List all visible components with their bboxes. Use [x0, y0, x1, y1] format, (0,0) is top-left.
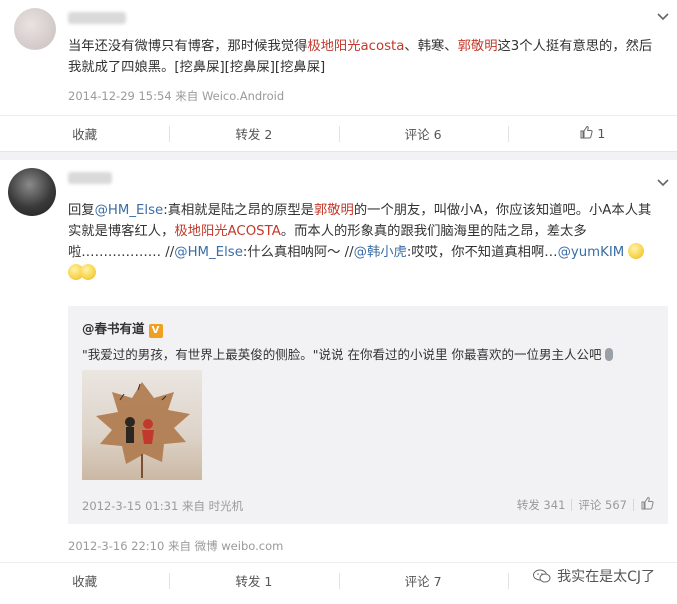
post-content: 回复@HM_Else:真相就是陆之昂的原型是郭敬明的一个朋友，叫做小A，你应该知… — [68, 200, 664, 284]
post-meta: 2014-12-29 15:54 来自 Weico.Android — [68, 89, 285, 103]
repost-meta: 2012-3-15 01:31 来自 时光机 — [82, 499, 244, 513]
repost-label: 转发 2 — [235, 127, 273, 142]
avatar[interactable] — [14, 8, 56, 50]
repost-text-body: "我爱过的男孩，有世界上最英俊的侧脸。"说说 在你看过的小说里 你最喜欢的一位男… — [82, 347, 602, 362]
repost-label: 转发 1 — [235, 574, 273, 589]
weibo-post-1: 当年还没有微博只有博客，那时候我觉得极地阳光acosta、韩寒、郭敬明这3个人挺… — [0, 0, 677, 152]
favorite-label: 收藏 — [72, 127, 98, 142]
username-blurred[interactable] — [68, 172, 112, 184]
divider — [571, 498, 573, 511]
post-text: :真相就是陆之昂的原型是 — [163, 203, 314, 218]
topic-link[interactable]: 郭敬明 — [314, 203, 354, 218]
repost-button[interactable]: 转发 1 — [169, 563, 338, 598]
repost-button[interactable]: 转发 2 — [169, 116, 338, 151]
post-actions: 收藏 转发 2 评论 6 1 — [0, 115, 677, 151]
watermark-text: 我实在是太CJ了 — [557, 569, 655, 585]
post-text: :什么真相呐阿～ // — [242, 245, 354, 260]
post-text: 当年还没有微博只有博客，那时候我觉得 — [68, 39, 308, 54]
wechat-watermark: 我实在是太CJ了 — [533, 566, 655, 586]
repost-text: "我爱过的男孩，有世界上最英俊的侧脸。"说说 在你看过的小说里 你最喜欢的一位男… — [82, 344, 614, 363]
repost-repost-count[interactable]: 转发 341 — [517, 497, 566, 513]
post-text: :哎哎，你不知道真相啊… — [406, 245, 558, 260]
smile-emoji-icon — [80, 264, 96, 280]
post-separator — [0, 152, 677, 160]
repost-comment-count[interactable]: 评论 567 — [578, 497, 627, 513]
comment-label: 评论 6 — [404, 127, 442, 142]
repost-image[interactable] — [82, 370, 202, 480]
like-button[interactable]: 1 — [507, 116, 677, 151]
wechat-icon — [533, 569, 551, 583]
topic-link[interactable]: 极地阳光ACOSTA — [174, 224, 280, 239]
like-count: 1 — [597, 126, 606, 141]
repost-author[interactable]: @春书有道 V — [82, 318, 163, 338]
comment-label: 评论 7 — [404, 574, 442, 589]
comment-button[interactable]: 评论 7 — [338, 563, 508, 598]
favorite-button[interactable]: 收藏 — [0, 116, 169, 151]
post-content: 当年还没有微博只有博客，那时候我觉得极地阳光acosta、韩寒、郭敬明这3个人挺… — [68, 36, 664, 78]
chevron-down-icon[interactable] — [656, 10, 670, 24]
leaf-art-image — [96, 382, 190, 478]
mention-link[interactable]: @HM_Else — [95, 203, 164, 218]
mention-link[interactable]: @韩小虎 — [354, 245, 407, 260]
post-text: 、韩寒、 — [404, 39, 458, 54]
verified-badge-icon: V — [148, 324, 163, 338]
divider — [633, 498, 634, 511]
smile-emoji-icon — [628, 243, 645, 259]
mention-link[interactable]: @HM_Else — [174, 245, 243, 260]
thumbs-up-icon[interactable] — [640, 496, 654, 513]
favorite-label: 收藏 — [72, 574, 98, 589]
thumbs-up-icon — [579, 125, 593, 142]
chevron-down-icon[interactable] — [656, 176, 670, 190]
avatar[interactable] — [8, 168, 56, 216]
post-text: 回复 — [68, 203, 95, 218]
username-blurred[interactable] — [68, 12, 126, 24]
favorite-button[interactable]: 收藏 — [0, 563, 169, 598]
comment-button[interactable]: 评论 6 — [338, 116, 508, 151]
post-meta: 2012-3-16 22:10 来自 微博 weibo.com — [68, 539, 284, 553]
topic-link[interactable]: 郭敬明 — [458, 39, 498, 54]
mention-link[interactable]: @yumKIM — [558, 245, 625, 260]
repost-card[interactable]: @春书有道 V "我爱过的男孩，有世界上最英俊的侧脸。"说说 在你看过的小说里 你… — [68, 306, 668, 524]
repost-counts: 转发 341 评论 567 — [517, 496, 654, 513]
repost-author-name[interactable]: @春书有道 — [82, 321, 145, 336]
topic-link[interactable]: 极地阳光acosta — [307, 39, 404, 54]
microphone-icon — [605, 348, 614, 361]
